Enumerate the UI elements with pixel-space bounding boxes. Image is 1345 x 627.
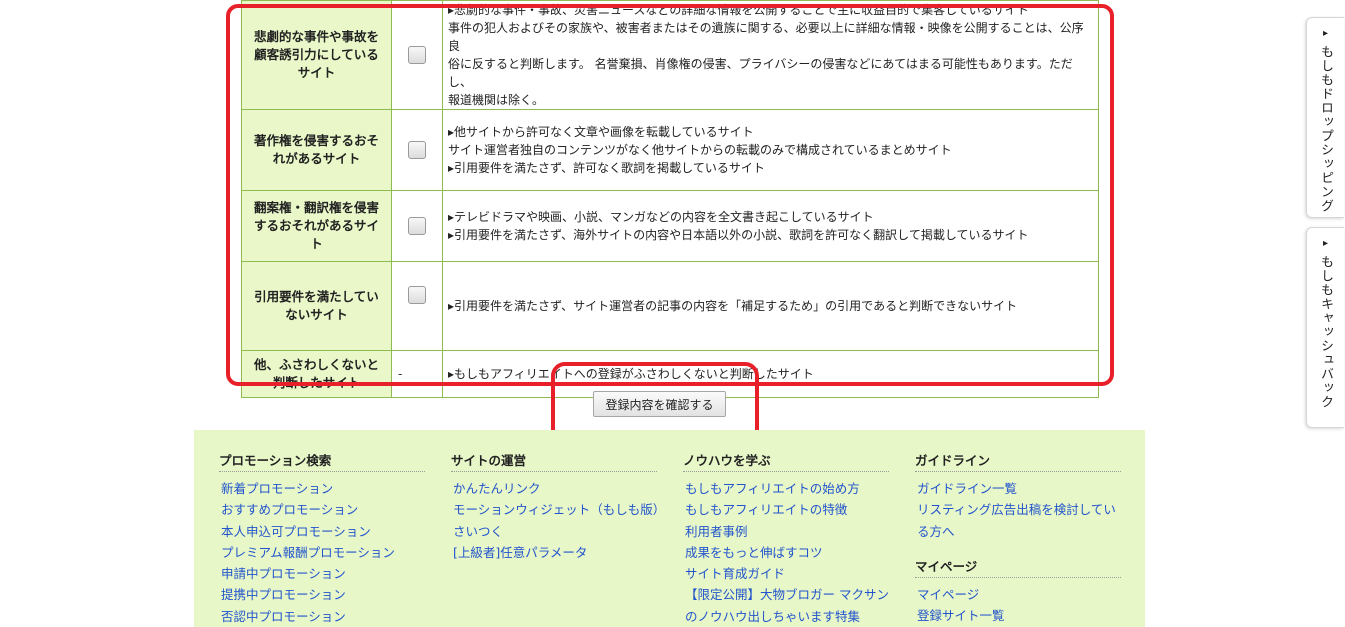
footer-link[interactable]: 利用者事例 [685,521,889,542]
footer-link[interactable]: もしもアフィリエイトの特徴 [685,499,889,520]
triangle-right-icon: ▸ [1322,238,1329,249]
footer-link[interactable]: [上級者]任意パラメータ [453,542,665,563]
confirm-registration-button[interactable]: 登録内容を確認する [593,391,726,417]
footer-mypage-section: マイページ マイページ 登録サイト一覧 [915,556,1127,627]
footer-link-list: マイページ 登録サイト一覧 [915,584,1127,627]
footer-link[interactable]: リスティング広告出稿を検討している方へ [917,499,1127,542]
footer-column-title: プロモーション検索 [219,450,425,472]
footer-link-list: ガイドライン一覧 リスティング広告出稿を検討している方へ [915,478,1127,542]
footer-link[interactable]: マイページ [917,584,1127,605]
side-tab-cashback[interactable]: ▸ もしもキャッシュバック [1306,227,1344,428]
footer-column-title: サイトの運営 [451,450,657,472]
footer-link[interactable]: 提携中プロモーション [221,584,425,605]
footer-link[interactable]: プレミアム報酬プロモーション [221,542,425,563]
triangle-right-icon: ▸ [1322,28,1329,39]
footer-link[interactable]: ガイドライン一覧 [917,478,1127,499]
table-highlight-outline [226,4,1114,386]
side-tab-label: もしもキャッシュバック [1318,255,1333,409]
footer-link[interactable]: 本人申込可プロモーション [221,521,425,542]
site-footer: プロモーション検索 新着プロモーション おすすめプロモーション 本人申込可プロモ… [194,430,1145,627]
footer-column-title: ノウハウを学ぶ [683,450,889,472]
footer-column-guidelines: ガイドライン ガイドライン一覧 リスティング広告出稿を検討している方へ マイペー… [915,450,1127,626]
footer-link[interactable]: モーションウィジェット（もしも版） [453,499,665,520]
footer-column-title: ガイドライン [915,450,1121,472]
footer-link[interactable]: 登録サイト一覧 [917,605,1127,626]
footer-column-know-how: ノウハウを学ぶ もしもアフィリエイトの始め方 もしもアフィリエイトの特徴 利用者… [683,450,889,627]
footer-link-list: 新着プロモーション おすすめプロモーション 本人申込可プロモーション プレミアム… [219,478,425,627]
footer-link[interactable]: かんたんリンク [453,478,665,499]
side-tab-dropshipping[interactable]: ▸ もしもドロップシッピング [1306,17,1344,218]
side-tab-label: もしもドロップシッピング [1318,45,1333,213]
footer-column-site-management: サイトの運営 かんたんリンク モーションウィジェット（もしも版） さいつく [上… [451,450,665,563]
footer-link[interactable]: サイト育成ガイド [685,563,889,584]
footer-link[interactable]: 新着プロモーション [221,478,425,499]
footer-link[interactable]: 申請中プロモーション [221,563,425,584]
footer-link[interactable]: さいつく [453,521,665,542]
footer-column-promotion-search: プロモーション検索 新着プロモーション おすすめプロモーション 本人申込可プロモ… [219,450,425,627]
footer-link[interactable]: のノウハウ出しちゃいます特集 [685,606,889,627]
footer-link-list: もしもアフィリエイトの始め方 もしもアフィリエイトの特徴 利用者事例 成果をもっ… [683,478,889,627]
footer-link[interactable]: 否認中プロモーション [221,606,425,627]
footer-column-title: マイページ [915,556,1121,578]
footer-link[interactable]: もしもアフィリエイトの始め方 [685,478,889,499]
footer-link-list: かんたんリンク モーションウィジェット（もしも版） さいつく [上級者]任意パラ… [451,478,665,563]
footer-link[interactable]: 成果をもっと伸ばすコツ [685,542,889,563]
footer-link[interactable]: 【限定公開】大物ブロガー マクサン [685,584,889,605]
footer-link[interactable]: おすすめプロモーション [221,499,425,520]
